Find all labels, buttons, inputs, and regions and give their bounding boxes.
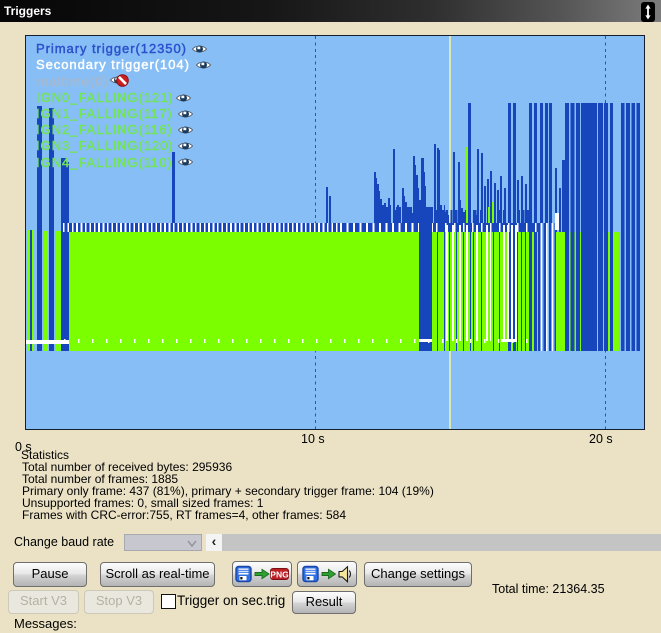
svg-text:PNG: PNG <box>270 569 289 579</box>
